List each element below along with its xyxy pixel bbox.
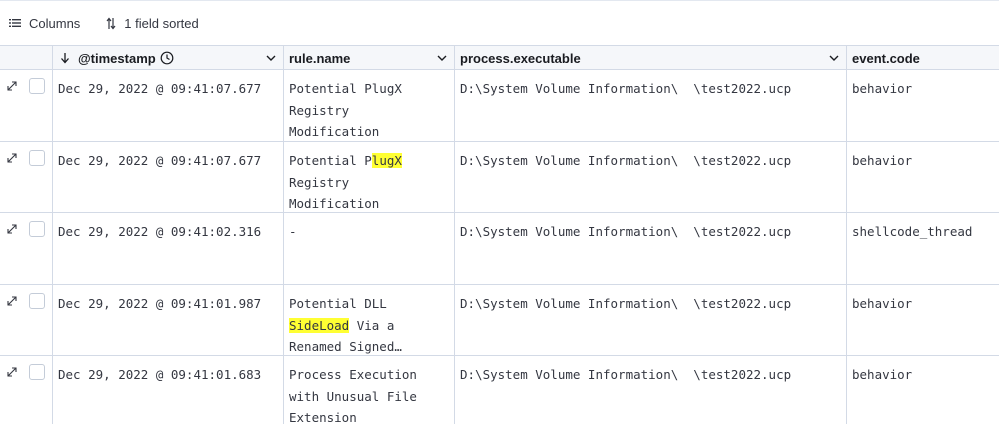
- column-header-label: @timestamp: [78, 50, 156, 66]
- cell-timestamp[interactable]: Dec 29, 2022 @ 09:41:01.987: [52, 285, 283, 355]
- table-row: Dec 29, 2022 @ 09:41:01.683 Process Exec…: [0, 356, 999, 425]
- row-controls: [0, 70, 52, 141]
- highlighted-text: SideLoad: [289, 317, 350, 333]
- rule-name-text: DLL: [364, 296, 387, 311]
- expand-icon[interactable]: [6, 223, 18, 235]
- column-header-label: rule.name: [289, 50, 351, 66]
- cell-process-executable[interactable]: D:\System Volume Information\ \test2022.…: [454, 70, 846, 141]
- column-header-label: process.executable: [460, 50, 581, 66]
- column-header-label: event.code: [852, 50, 920, 66]
- row-checkbox[interactable]: [29, 78, 45, 94]
- data-grid-toolbar: Columns 1 field sorted: [0, 0, 999, 45]
- column-header-rule-name[interactable]: rule.name: [283, 46, 454, 70]
- row-checkbox[interactable]: [29, 221, 45, 237]
- cell-event-code[interactable]: behavior: [846, 356, 999, 424]
- table-row: Dec 29, 2022 @ 09:41:07.677 Potential Pl…: [0, 142, 999, 213]
- row-controls: [0, 142, 52, 212]
- column-header-event-code[interactable]: event.code: [846, 46, 999, 70]
- expand-icon[interactable]: [6, 152, 18, 164]
- cell-process-executable[interactable]: D:\System Volume Information\ \test2022.…: [454, 213, 846, 284]
- chevron-down-icon[interactable]: [828, 52, 840, 64]
- expand-icon[interactable]: [6, 80, 18, 92]
- cell-rule-name[interactable]: Process Execution with Unusual File Exte…: [283, 356, 454, 425]
- sort-icon: [106, 17, 116, 29]
- chevron-down-icon[interactable]: [436, 52, 448, 64]
- cell-rule-name[interactable]: Potential DLL SideLoad Via a Renamed Sig…: [283, 285, 454, 355]
- columns-label: Columns: [29, 15, 81, 31]
- list-icon: [9, 19, 21, 27]
- row-controls: [0, 356, 52, 424]
- chevron-down-icon[interactable]: [265, 52, 277, 64]
- cell-event-code[interactable]: behavior: [846, 70, 999, 141]
- expand-icon[interactable]: [6, 295, 18, 307]
- columns-button[interactable]: Columns: [9, 16, 80, 31]
- sort-label: 1 field sorted: [124, 15, 199, 31]
- cell-process-executable[interactable]: D:\System Volume Information\ \test2022.…: [454, 142, 846, 212]
- sort-descending-icon: [61, 53, 69, 64]
- table-row: Dec 29, 2022 @ 09:41:01.987 Potential DL…: [0, 285, 999, 356]
- cell-rule-name[interactable]: Potential PlugX Registry Modification: [283, 70, 454, 141]
- rule-name-text: Potential: [289, 296, 357, 311]
- cell-event-code[interactable]: behavior: [846, 142, 999, 212]
- cell-process-executable[interactable]: D:\System Volume Information\ \test2022.…: [454, 356, 846, 424]
- cell-timestamp[interactable]: Dec 29, 2022 @ 09:41:02.316: [52, 213, 283, 284]
- row-checkbox[interactable]: [29, 293, 45, 309]
- table-row: Dec 29, 2022 @ 09:41:07.677 Potential Pl…: [0, 70, 999, 142]
- sort-fields-button[interactable]: 1 field sorted: [106, 15, 199, 31]
- cell-rule-name[interactable]: Potential PlugX Registry Modification: [283, 142, 454, 212]
- cell-timestamp[interactable]: Dec 29, 2022 @ 09:41:07.677: [52, 142, 283, 212]
- column-header-timestamp[interactable]: @timestamp: [52, 46, 283, 70]
- row-checkbox[interactable]: [29, 150, 45, 166]
- column-header-process-executable[interactable]: process.executable: [454, 46, 846, 70]
- clock-icon: [160, 51, 174, 65]
- cell-process-executable[interactable]: D:\System Volume Information\ \test2022.…: [454, 285, 846, 355]
- row-controls: [0, 213, 52, 284]
- highlighted-text: lugX: [371, 153, 402, 168]
- cell-event-code[interactable]: shellcode_thread: [846, 213, 999, 284]
- cell-event-code[interactable]: behavior: [846, 285, 999, 355]
- rule-name-text: Potential P: [289, 153, 372, 168]
- row-checkbox[interactable]: [29, 364, 45, 380]
- expand-icon[interactable]: [6, 366, 18, 378]
- rule-name-text: Registry Modification: [289, 174, 380, 212]
- column-header-row: @timestamp rule.name process.executable …: [0, 45, 999, 70]
- cell-rule-name[interactable]: -: [283, 213, 454, 284]
- table-row: Dec 29, 2022 @ 09:41:02.316 - D:\System …: [0, 213, 999, 285]
- cell-timestamp[interactable]: Dec 29, 2022 @ 09:41:07.677: [52, 70, 283, 141]
- row-controls: [0, 285, 52, 355]
- cell-timestamp[interactable]: Dec 29, 2022 @ 09:41:01.683: [52, 356, 283, 424]
